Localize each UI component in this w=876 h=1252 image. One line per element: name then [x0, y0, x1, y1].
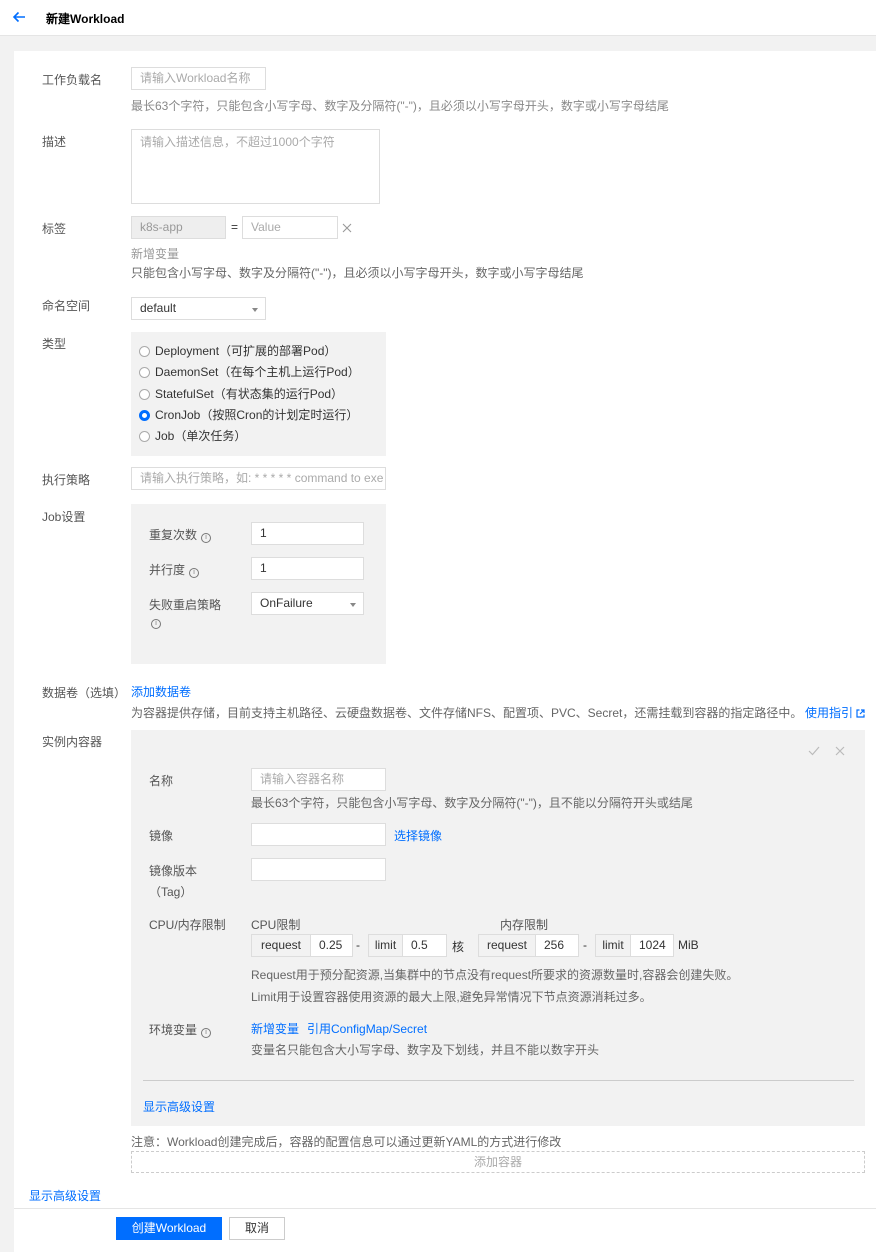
info-icon: i [151, 619, 161, 629]
job-settings-label: Job设置 [42, 510, 86, 524]
containers-label: 实例内容器 [42, 735, 103, 749]
label-value-input[interactable]: Value [242, 216, 338, 239]
memory-limit-addon: limit [595, 934, 631, 957]
container-name-hint: 最长63个字符，只能包含小写字母、数字及分隔符("-")，且不能以分隔符开头或结… [251, 796, 693, 810]
close-icon[interactable] [342, 223, 352, 233]
parallel-input[interactable]: 1 [251, 557, 364, 580]
type-option-daemonset[interactable]: DaemonSet（在每个主机上运行Pod） [139, 363, 360, 380]
cpu-unit: 核 [452, 940, 465, 954]
type-option-statefulset[interactable]: StatefulSet（有状态集的运行Pod） [139, 385, 343, 402]
add-container-button[interactable]: 添加容器 [131, 1151, 865, 1173]
repeat-input[interactable]: 1 [251, 522, 364, 545]
memory-request-input[interactable]: 256 [535, 934, 579, 957]
cpu-request-addon: request [251, 934, 311, 957]
job-settings-panel: 重复次数 i 1 并行度 i 1 失败重启策略 i OnFailure [131, 504, 386, 664]
page-title: 新建Workload [46, 12, 125, 26]
divider [143, 1080, 854, 1081]
add-label-link[interactable]: 新增变量 [131, 245, 179, 262]
policy-input[interactable]: 请输入执行策略，如: * * * * * command to exe [131, 467, 386, 490]
info-icon: i [201, 1028, 212, 1038]
parallel-label: 并行度 i [149, 561, 200, 578]
radio-icon [139, 346, 150, 357]
chevron-down-icon [252, 308, 258, 312]
namespace-label: 命名空间 [42, 299, 91, 313]
limits-hint-request: Request用于预分配资源,当集群中的节点没有request所要求的资源数量时… [251, 968, 739, 982]
footer-divider [14, 1208, 876, 1209]
type-label: 类型 [42, 337, 67, 351]
repeat-label: 重复次数 i [149, 526, 212, 543]
description-textarea[interactable]: 请输入描述信息，不超过1000个字符 [131, 129, 380, 204]
radio-icon [139, 431, 150, 442]
type-option-cronjob[interactable]: CronJob（按照Cron的计划定时运行） [139, 406, 358, 423]
cpu-limit-input[interactable]: 0.5 [402, 934, 447, 957]
check-icon[interactable] [808, 746, 820, 756]
memory-request-addon: request [478, 934, 536, 957]
create-workload-button[interactable]: 创建Workload [116, 1217, 222, 1240]
memory-unit: MiB [678, 938, 699, 952]
type-option-deployment[interactable]: Deployment（可扩展的部署Pod） [139, 342, 336, 359]
tag-label: 镜像版本 [149, 864, 198, 878]
type-option-job[interactable]: Job（单次任务） [139, 427, 246, 444]
restart-policy-select[interactable]: OnFailure [251, 592, 364, 615]
container-panel: 名称 请输入容器名称 最长63个字符，只能包含小写字母、数字及分隔符("-")，… [131, 730, 865, 1126]
type-radio-group: Deployment（可扩展的部署Pod） DaemonSet（在每个主机上运行… [131, 332, 386, 456]
workload-name-label: 工作负载名 [42, 73, 103, 87]
radio-icon [139, 367, 150, 378]
memory-limit-label: 内存限制 [500, 918, 549, 932]
volumes-label: 数据卷（选填） [42, 686, 127, 700]
add-volume-link[interactable]: 添加数据卷 [131, 683, 191, 700]
memory-limit-input[interactable]: 1024 [630, 934, 674, 957]
limits-label: CPU/内存限制 [149, 918, 226, 932]
chevron-down-icon [350, 603, 356, 607]
labels-hint: 只能包含小写字母、数字及分隔符("-")，且必须以小写字母开头，数字或小写字母结… [131, 266, 584, 280]
restart-policy-label: 失败重启策略 [149, 598, 222, 612]
select-image-link[interactable]: 选择镜像 [394, 827, 442, 844]
reference-configmap-link[interactable]: 引用ConfigMap/Secret [307, 1020, 427, 1037]
cpu-dash: - [356, 938, 360, 952]
namespace-select[interactable]: default [131, 297, 266, 320]
limits-hint-limit: Limit用于设置容器使用资源的最大上限,避免异常情况下节点资源消耗过多。 [251, 990, 652, 1004]
radio-selected-icon [139, 410, 150, 421]
tag-input[interactable] [251, 858, 386, 881]
radio-icon [139, 389, 150, 400]
close-icon[interactable] [835, 746, 845, 756]
workload-name-input[interactable]: 请输入Workload名称 [131, 67, 266, 90]
container-note: 注意：Workload创建完成后，容器的配置信息可以通过更新YAML的方式进行修… [131, 1135, 562, 1149]
top-bar: 新建Workload [0, 0, 876, 36]
container-name-label: 名称 [149, 774, 174, 788]
description-label: 描述 [42, 135, 67, 149]
workload-name-hint: 最长63个字符，只能包含小写字母、数字及分隔符("-")，且必须以小写字母开头，… [131, 99, 669, 113]
form-panel: 工作负载名 请输入Workload名称 最长63个字符，只能包含小写字母、数字及… [14, 51, 876, 1252]
info-icon: i [189, 568, 200, 578]
advanced-settings-link[interactable]: 显示高级设置 [29, 1187, 101, 1204]
volumes-hint: 为容器提供存储，目前支持主机路径、云硬盘数据卷、文件存储NFS、配置项、PVC、… [131, 706, 803, 720]
container-advanced-settings-link[interactable]: 显示高级设置 [143, 1098, 215, 1115]
tag-label-suffix: （Tag） [149, 885, 193, 899]
label-key-input: k8s-app [131, 216, 226, 239]
labels-label: 标签 [42, 222, 67, 236]
info-icon: i [201, 533, 212, 543]
cpu-request-input[interactable]: 0.25 [310, 934, 353, 957]
cpu-limit-addon: limit [368, 934, 403, 957]
image-input[interactable] [251, 823, 386, 846]
env-hint: 变量名只能包含大小写字母、数字及下划线，并且不能以数字开头 [251, 1043, 600, 1057]
equals-sign: = [231, 220, 239, 234]
usage-guide-link[interactable]: 使用指引 [805, 704, 865, 721]
cpu-limit-label: CPU限制 [251, 918, 301, 932]
memory-dash: - [583, 938, 587, 952]
add-env-link[interactable]: 新增变量 [251, 1020, 299, 1037]
image-label: 镜像 [149, 829, 174, 843]
external-link-icon [856, 709, 865, 718]
container-name-input[interactable]: 请输入容器名称 [251, 768, 386, 791]
cancel-button[interactable]: 取消 [229, 1217, 285, 1240]
env-label: 环境变量 i [149, 1021, 212, 1038]
back-arrow-icon[interactable] [12, 10, 26, 24]
policy-label: 执行策略 [42, 473, 91, 487]
